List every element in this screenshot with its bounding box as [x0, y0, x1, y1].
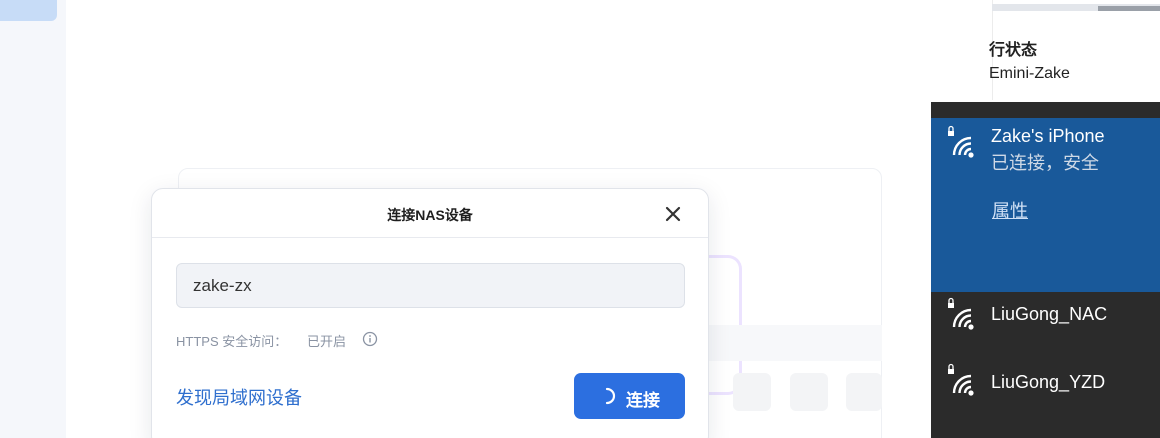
discover-lan-devices-link[interactable]: 发现局域网设备	[176, 384, 302, 410]
wifi-properties-link[interactable]: 属性	[992, 197, 1028, 223]
wifi-secured-icon	[948, 363, 974, 396]
connect-button[interactable]: 连接	[574, 373, 685, 419]
wifi-network-name: LiuGong_YZD	[991, 372, 1106, 392]
background-band	[700, 325, 882, 361]
wifi-network-name: Zake's iPhone	[991, 126, 1105, 146]
wifi-flyout: Zake's iPhone 已连接，安全 属性 LiuGong_NAC LiuG…	[931, 102, 1160, 438]
wifi-network-status: 已连接，安全	[991, 153, 1099, 173]
wifi-network-item[interactable]: LiuGong_NAC	[931, 292, 1160, 360]
left-sidebar	[0, 0, 66, 438]
dialog-title: 连接NAS设备	[387, 207, 473, 223]
connect-nas-dialog: 连接NAS设备 HTTPS 安全访问： 已开启 发现局域网设备 连接	[151, 188, 709, 438]
nas-address-input[interactable]	[176, 263, 685, 308]
close-icon[interactable]	[663, 204, 683, 224]
spinner-icon	[605, 387, 616, 405]
wifi-network-name: LiuGong_NAC	[991, 304, 1108, 324]
info-icon[interactable]	[362, 331, 378, 347]
sidebar-active-item[interactable]	[0, 0, 57, 21]
background-tile	[790, 373, 828, 411]
connect-button-label: 连接	[626, 391, 660, 410]
wifi-secured-icon	[948, 297, 974, 330]
device-name: Emini-Zake	[989, 65, 1070, 82]
https-label: HTTPS 安全访问：	[176, 334, 288, 349]
wifi-network-item[interactable]: LiuGong_YZD	[931, 360, 1160, 428]
https-status: 已开启	[307, 334, 347, 349]
status-panel-bar-accent	[1098, 6, 1160, 11]
dialog-header: 连接NAS设备	[152, 189, 708, 238]
background-tile	[733, 373, 771, 411]
status-heading: 行状态	[989, 42, 1038, 59]
wifi-network-item[interactable]: Zake's iPhone 已连接，安全 属性	[931, 118, 1160, 292]
background-tile	[846, 373, 882, 411]
wifi-secured-icon	[948, 125, 974, 158]
